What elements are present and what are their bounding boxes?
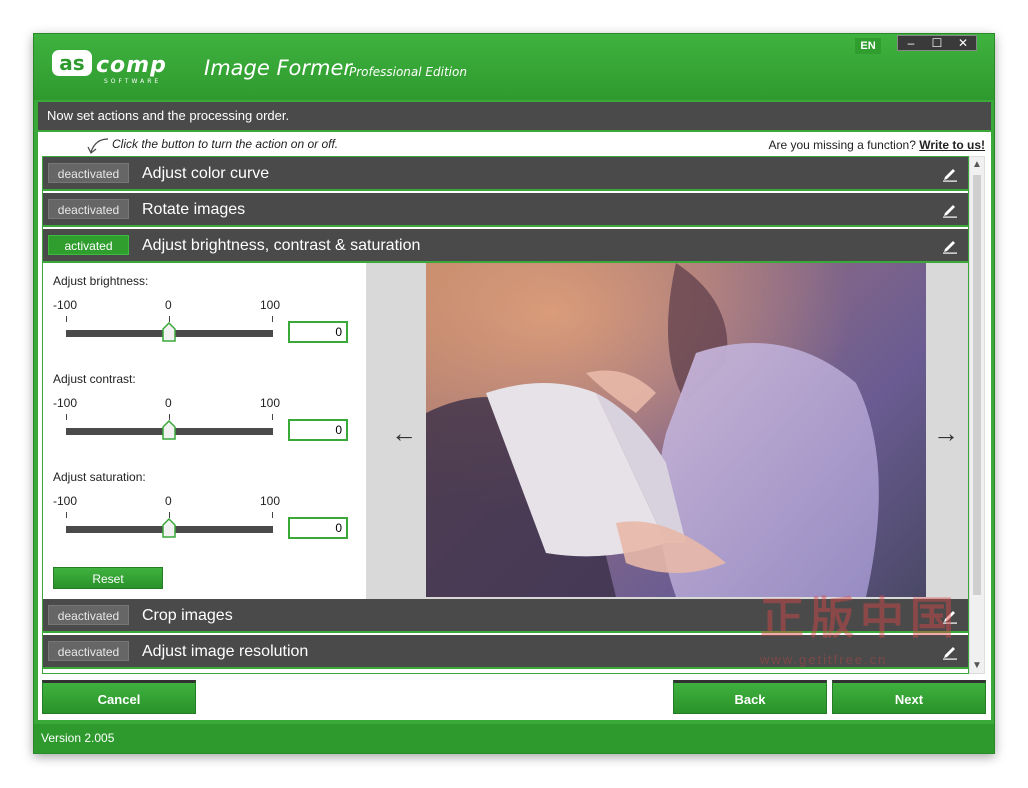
title-bar: as comp SOFTWARE Image Former Profession… bbox=[34, 34, 994, 100]
toggle-button[interactable]: deactivated bbox=[48, 641, 129, 661]
action-label: Rotate images bbox=[142, 201, 246, 218]
next-button[interactable]: Next bbox=[832, 680, 986, 714]
tick-mark bbox=[272, 512, 273, 518]
preview-photo bbox=[426, 263, 926, 597]
brightness-slider-group: Adjust brightness: -100 0 100 0 bbox=[43, 274, 366, 372]
tick-label-min: -100 bbox=[53, 396, 78, 410]
window-controls: – ☐ ✕ bbox=[897, 35, 977, 51]
pencil-icon[interactable] bbox=[942, 166, 958, 182]
slider-thumb[interactable] bbox=[162, 518, 176, 538]
action-row-color-curve[interactable]: deactivated Adjust color curve bbox=[43, 157, 968, 191]
tick-mark bbox=[66, 414, 67, 420]
tick-label-mid: 0 bbox=[165, 494, 172, 508]
slider-controls: Adjust brightness: -100 0 100 0 Adjust c… bbox=[43, 263, 366, 599]
slider-title: Adjust contrast: bbox=[53, 372, 136, 386]
slider-thumb[interactable] bbox=[162, 322, 176, 342]
curved-arrow-icon bbox=[87, 138, 109, 154]
preview-image bbox=[426, 263, 926, 597]
language-button[interactable]: EN bbox=[855, 38, 881, 54]
scroll-up-icon[interactable]: ▲ bbox=[972, 159, 982, 170]
missing-function-text: Are you missing a function? bbox=[768, 138, 916, 152]
slider-title: Adjust saturation: bbox=[53, 470, 146, 484]
cancel-button[interactable]: Cancel bbox=[42, 680, 196, 714]
pencil-icon[interactable] bbox=[942, 238, 958, 254]
reset-button[interactable]: Reset bbox=[53, 567, 163, 589]
action-row-brightness[interactable]: activated Adjust brightness, contrast & … bbox=[43, 229, 968, 263]
brightness-panel: Adjust brightness: -100 0 100 0 Adjust c… bbox=[43, 263, 968, 599]
close-button[interactable]: ✕ bbox=[950, 36, 976, 50]
tick-mark bbox=[272, 316, 273, 322]
back-button[interactable]: Back bbox=[673, 680, 827, 714]
app-title: Image Former bbox=[204, 56, 353, 80]
list-scrollbar[interactable]: ▲ ▼ bbox=[969, 156, 985, 674]
tick-label-max: 100 bbox=[260, 298, 281, 312]
action-label: Adjust brightness, contrast & saturation bbox=[142, 237, 421, 254]
missing-function: Are you missing a function? Write to us! bbox=[768, 138, 985, 152]
tick-mark bbox=[66, 316, 67, 322]
toggle-button[interactable]: deactivated bbox=[48, 199, 129, 219]
hint-text: Click the button to turn the action on o… bbox=[112, 137, 339, 151]
scroll-down-icon[interactable]: ▼ bbox=[972, 660, 982, 671]
scrollbar-thumb[interactable] bbox=[973, 175, 981, 595]
contrast-value-input[interactable]: 0 bbox=[288, 419, 348, 441]
tick-mark bbox=[66, 512, 67, 518]
maximize-button[interactable]: ☐ bbox=[924, 36, 950, 50]
minimize-button[interactable]: – bbox=[898, 36, 924, 50]
toggle-button[interactable]: deactivated bbox=[48, 163, 129, 183]
tick-label-mid: 0 bbox=[165, 298, 172, 312]
tick-label-max: 100 bbox=[260, 396, 281, 410]
action-label: Adjust color curve bbox=[142, 165, 270, 182]
watermark-url: www.getitfree.cn bbox=[760, 652, 888, 667]
svg-text:comp: comp bbox=[96, 53, 167, 78]
write-to-us-link[interactable]: Write to us! bbox=[919, 138, 985, 152]
svg-text:as: as bbox=[59, 51, 84, 75]
slider-thumb[interactable] bbox=[162, 420, 176, 440]
tick-mark bbox=[272, 414, 273, 420]
saturation-value-input[interactable]: 0 bbox=[288, 517, 348, 539]
saturation-slider-group: Adjust saturation: -100 0 100 0 bbox=[43, 470, 366, 568]
toggle-button[interactable]: activated bbox=[48, 235, 129, 255]
tick-label-mid: 0 bbox=[165, 396, 172, 410]
app-edition: Professional Edition bbox=[349, 65, 467, 79]
toggle-button[interactable]: deactivated bbox=[48, 605, 129, 625]
tick-label-max: 100 bbox=[260, 494, 281, 508]
contrast-slider-group: Adjust contrast: -100 0 100 0 bbox=[43, 372, 366, 470]
status-bar: Version 2.005 bbox=[34, 724, 994, 753]
action-label: Adjust image resolution bbox=[142, 643, 309, 660]
action-row-rotate[interactable]: deactivated Rotate images bbox=[43, 193, 968, 227]
instruction-bar: Now set actions and the processing order… bbox=[38, 102, 991, 130]
slider-title: Adjust brightness: bbox=[53, 274, 149, 288]
pencil-icon[interactable] bbox=[942, 644, 958, 660]
previous-image-arrow[interactable]: ← bbox=[391, 420, 417, 446]
brightness-value-input[interactable]: 0 bbox=[288, 321, 348, 343]
svg-text:SOFTWARE: SOFTWARE bbox=[104, 78, 161, 85]
tick-label-min: -100 bbox=[53, 298, 78, 312]
watermark: 正版中国 bbox=[760, 594, 960, 643]
next-image-arrow[interactable]: → bbox=[933, 420, 959, 446]
ascomp-logo: as comp SOFTWARE bbox=[52, 50, 167, 85]
action-label: Crop images bbox=[142, 607, 233, 624]
tick-label-min: -100 bbox=[53, 494, 78, 508]
pencil-icon[interactable] bbox=[942, 202, 958, 218]
